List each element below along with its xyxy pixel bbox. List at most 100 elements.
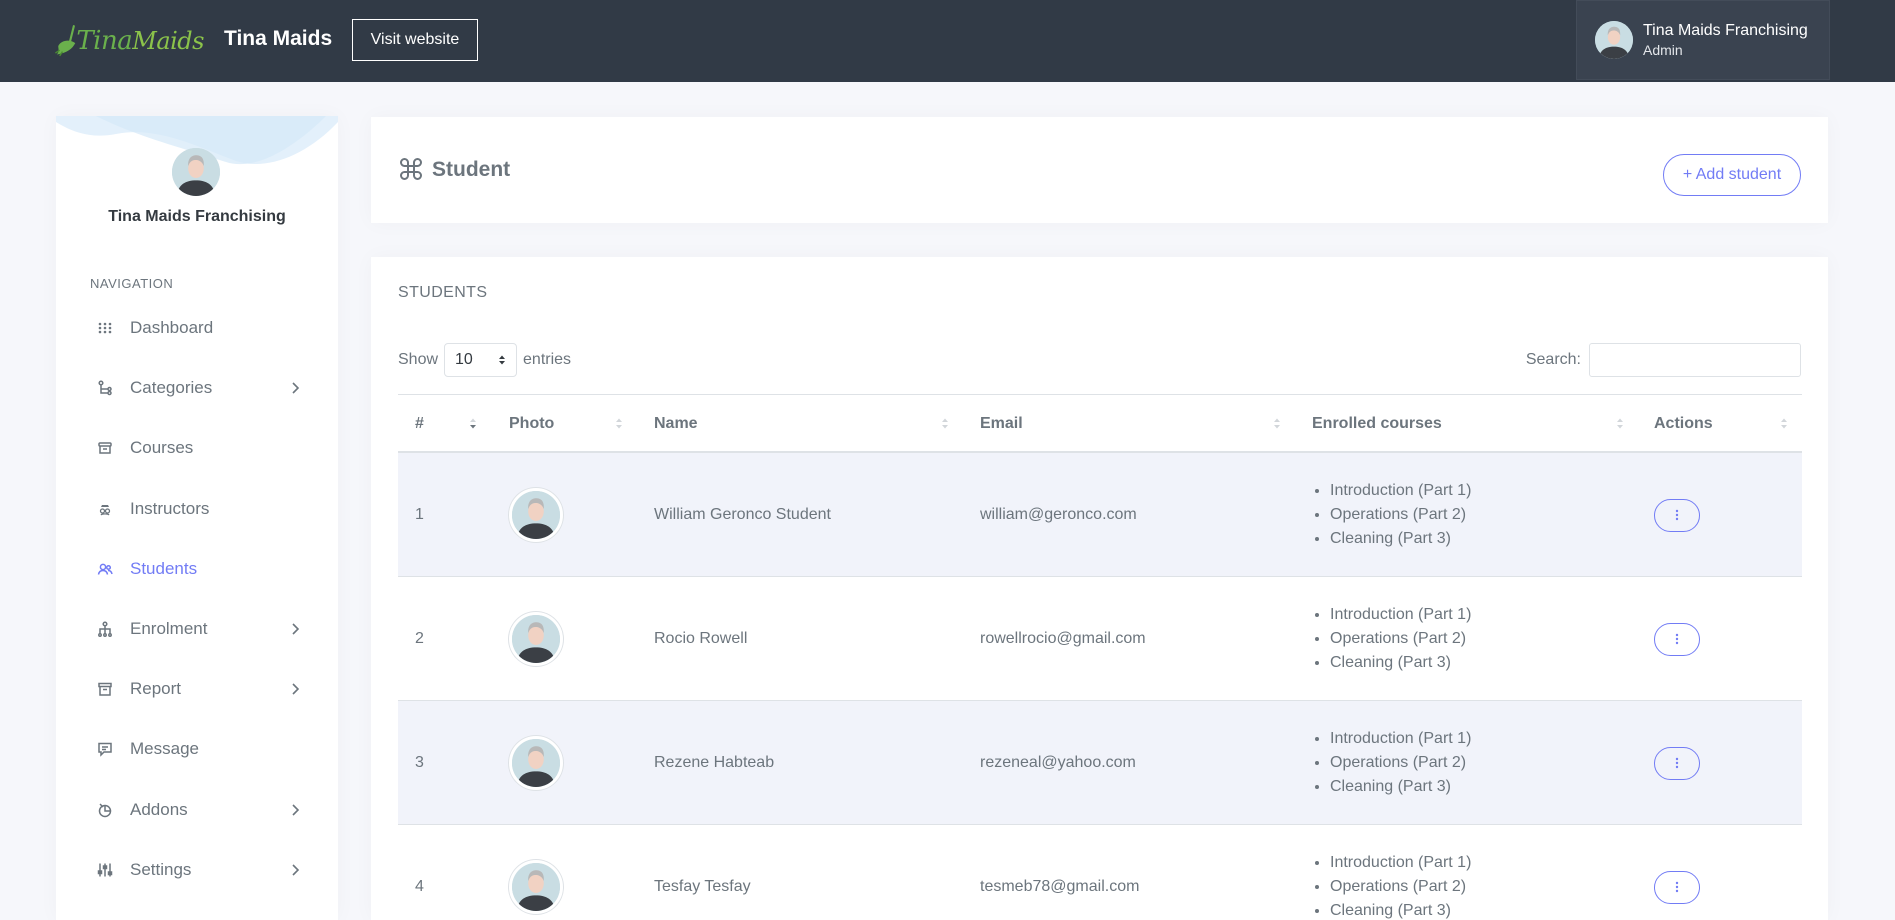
- entries-select-value: 10: [455, 351, 473, 368]
- profile-avatar: [172, 148, 220, 196]
- photo-cell: [509, 577, 563, 701]
- instructors-icon: [96, 500, 114, 518]
- row-actions-button[interactable]: [1654, 746, 1700, 780]
- table-search: Search:: [1526, 343, 1801, 377]
- card-heading: STUDENTS: [398, 284, 488, 301]
- courses-icon: [96, 439, 114, 457]
- enrolled-courses-cell: Introduction (Part 1) Operations (Part 2…: [1312, 453, 1471, 577]
- chevron-right-icon: [292, 864, 300, 876]
- course-item: Introduction (Part 1): [1330, 851, 1471, 875]
- course-item: Cleaning (Part 3): [1330, 775, 1471, 799]
- sidebar-item-label: Students: [130, 558, 198, 578]
- student-name: Tesfay Tesfay: [654, 878, 751, 895]
- col-header-photo[interactable]: Photo: [509, 395, 554, 453]
- student-photo: [509, 860, 563, 914]
- photo-cell: [509, 701, 563, 825]
- student-photo: [509, 612, 563, 666]
- row-number: 2: [415, 630, 424, 647]
- entries-select[interactable]: 10: [444, 343, 518, 377]
- sidebar-item-addons[interactable]: Addons: [56, 780, 338, 840]
- visit-website-button[interactable]: Visit website: [352, 19, 478, 61]
- enrolment-icon: [96, 620, 114, 638]
- sidebar-item-label: Report: [130, 679, 182, 699]
- sidebar-item-courses[interactable]: Courses: [56, 418, 338, 478]
- sidebar-item-label: Settings: [130, 859, 192, 879]
- page-header-card: Student + Add student: [371, 117, 1828, 223]
- course-item: Cleaning (Part 3): [1330, 651, 1471, 675]
- addons-icon: [96, 801, 114, 819]
- sidebar-item-label: Enrolment: [130, 619, 208, 639]
- col-header-actions[interactable]: Actions: [1654, 395, 1713, 453]
- more-vertical-icon: [1675, 633, 1679, 645]
- user-avatar: [1595, 21, 1633, 59]
- course-item: Operations (Part 2): [1330, 503, 1471, 527]
- sort-icon: [1617, 418, 1623, 429]
- sidebar-item-enrolment[interactable]: Enrolment: [56, 599, 338, 659]
- student-email: rowellrocio@gmail.com: [980, 630, 1146, 647]
- sidebar-item-message[interactable]: Message: [56, 719, 338, 779]
- sort-icon: [616, 418, 622, 429]
- course-item: Cleaning (Part 3): [1330, 527, 1471, 551]
- sidebar-item-students[interactable]: Students: [56, 539, 338, 599]
- sidebar-item-label: Courses: [130, 438, 194, 458]
- sort-icon: [1274, 418, 1280, 429]
- add-student-button[interactable]: + Add student: [1663, 154, 1801, 196]
- col-header-enrolled-courses[interactable]: Enrolled courses: [1312, 395, 1442, 453]
- actions-cell: [1654, 825, 1700, 920]
- sidebar-item-label: Addons: [130, 799, 188, 819]
- entries-label: entries: [523, 351, 572, 368]
- enrolled-courses-cell: Introduction (Part 1) Operations (Part 2…: [1312, 701, 1471, 825]
- sidebar-item-instructors[interactable]: Instructors: [56, 479, 338, 539]
- student-name: Rocio Rowell: [654, 630, 748, 647]
- sidebar-item-categories[interactable]: Categories: [56, 358, 338, 418]
- show-label: Show: [398, 351, 439, 368]
- col-header-name[interactable]: Name: [654, 395, 698, 453]
- entries-length-control: Show 10 entries: [398, 343, 571, 377]
- table-row: 2 Rocio Rowell rowellrocio@gmail.com Int…: [398, 577, 1802, 701]
- dashboard-icon: [96, 319, 114, 337]
- photo-cell: [509, 825, 563, 920]
- chevron-right-icon: [292, 623, 300, 635]
- search-input[interactable]: [1589, 343, 1801, 377]
- col-header-number[interactable]: #: [415, 395, 424, 453]
- logo[interactable]: TinaMaids: [54, 16, 204, 66]
- page-title: Student: [432, 158, 511, 181]
- table-row: 4 Tesfay Tesfay tesmeb78@gmail.com Intro…: [398, 825, 1802, 920]
- sidebar-item-label: Dashboard: [130, 318, 214, 338]
- chevron-right-icon: [292, 382, 300, 394]
- row-number: 3: [415, 754, 424, 771]
- course-item: Operations (Part 2): [1330, 875, 1471, 899]
- actions-cell: [1654, 577, 1700, 701]
- sort-icon: [1781, 418, 1787, 429]
- table-header: # Photo Name Email Enrolled courses Acti…: [398, 395, 1802, 453]
- student-photo: [509, 736, 563, 790]
- sidebar-item-label: Instructors: [130, 498, 210, 518]
- user-name: Tina Maids Franchising: [1643, 22, 1808, 39]
- course-item: Operations (Part 2): [1330, 627, 1471, 651]
- student-name: William Geronco Student: [654, 506, 831, 523]
- more-vertical-icon: [1675, 757, 1679, 769]
- sidebar-item-label: Message: [130, 739, 199, 759]
- students-icon: [96, 560, 114, 578]
- sidebar-item-settings[interactable]: Settings: [56, 840, 338, 900]
- nav-list: Dashboard Categories Courses Instructors…: [56, 298, 338, 900]
- select-arrows-icon: [499, 355, 506, 365]
- row-actions-button[interactable]: [1654, 622, 1700, 656]
- actions-cell: [1654, 453, 1700, 577]
- sidebar-item-dashboard[interactable]: Dashboard: [56, 298, 338, 358]
- row-actions-button[interactable]: [1654, 870, 1700, 904]
- brand-name: Tina Maids: [224, 27, 333, 50]
- photo-cell: [509, 453, 563, 577]
- top-bar: TinaMaids Tina Maids Visit website Tina …: [0, 0, 1895, 82]
- user-menu[interactable]: Tina Maids Franchising Admin: [1576, 0, 1830, 80]
- col-header-email[interactable]: Email: [980, 395, 1023, 453]
- course-item: Introduction (Part 1): [1330, 479, 1471, 503]
- sidebar-item-report[interactable]: Report: [56, 659, 338, 719]
- course-item: Introduction (Part 1): [1330, 727, 1471, 751]
- more-vertical-icon: [1675, 509, 1679, 521]
- row-number: 4: [415, 878, 424, 895]
- nav-title: NAVIGATION: [90, 276, 174, 291]
- profile-name: Tina Maids Franchising: [108, 208, 286, 225]
- row-actions-button[interactable]: [1654, 498, 1700, 532]
- more-vertical-icon: [1675, 881, 1679, 893]
